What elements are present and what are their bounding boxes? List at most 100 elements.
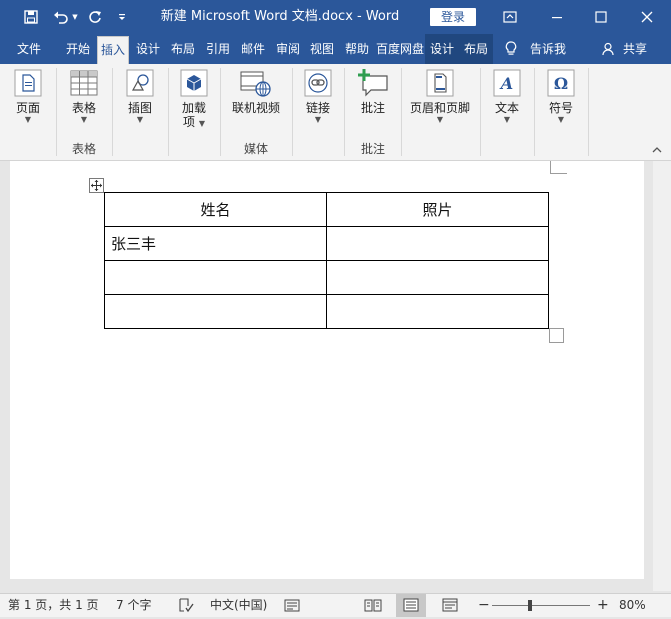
- dropdown-arrow-icon: ▼: [198, 119, 205, 128]
- table-header-row: 姓名 照片: [104, 192, 549, 227]
- tab-table-design[interactable]: 设计: [425, 34, 459, 64]
- dropdown-arrow-icon: ▼: [80, 115, 88, 124]
- minimize-icon[interactable]: [540, 0, 574, 34]
- save-icon[interactable]: [20, 0, 42, 34]
- status-bar: 第 1 页，共 1 页 7 个字 中文(中国) − + 80%: [0, 593, 671, 617]
- group-divider: [56, 68, 57, 156]
- tab-file[interactable]: 文件: [8, 34, 50, 64]
- document-table: 姓名 照片 张三丰: [104, 192, 549, 329]
- table-button[interactable]: 表格 ▼: [64, 68, 104, 125]
- shapes-icon: [124, 68, 156, 98]
- link-button[interactable]: 链接 ▼: [298, 68, 338, 125]
- zoom-slider-thumb[interactable]: [528, 600, 533, 611]
- table-cell[interactable]: 照片: [326, 192, 549, 227]
- web-layout-icon[interactable]: [442, 598, 458, 616]
- tab-table-layout[interactable]: 布局: [459, 34, 493, 64]
- undo-icon[interactable]: [50, 0, 72, 34]
- add-ins-button[interactable]: 加载 项 ▼: [176, 68, 212, 131]
- tab-review[interactable]: 审阅: [272, 34, 304, 64]
- group-divider: [401, 68, 402, 156]
- header-footer-button[interactable]: 页眉和页脚 ▼: [406, 68, 474, 125]
- table-icon: [68, 68, 100, 98]
- read-mode-icon[interactable]: [364, 598, 382, 616]
- group-divider: [292, 68, 293, 156]
- document-page[interactable]: 姓名 照片 张三丰: [10, 161, 644, 579]
- lightbulb-icon[interactable]: [500, 34, 522, 64]
- group-divider: [588, 68, 589, 156]
- comment-icon: [357, 68, 389, 98]
- group-divider: [480, 68, 481, 156]
- tab-layout[interactable]: 布局: [167, 34, 199, 64]
- tab-insert[interactable]: 插入: [97, 36, 129, 65]
- omega-icon: Ω: [545, 68, 577, 98]
- dropdown-arrow-icon: ▼: [136, 115, 144, 124]
- new-comment-button[interactable]: 批注: [352, 68, 394, 115]
- document-area: 姓名 照片 张三丰: [0, 161, 671, 591]
- collapse-ribbon-icon[interactable]: [651, 144, 663, 156]
- header-footer-icon: [424, 68, 456, 98]
- page-count[interactable]: 第 1 页，共 1 页: [8, 594, 99, 617]
- online-video-icon: [240, 68, 272, 98]
- tab-references[interactable]: 引用: [202, 34, 234, 64]
- group-divider: [344, 68, 345, 156]
- symbol-button[interactable]: Ω 符号 ▼: [542, 68, 580, 125]
- ribbon-display-options-icon[interactable]: [496, 0, 524, 34]
- tab-home[interactable]: 开始: [60, 34, 96, 64]
- tab-design[interactable]: 设计: [133, 34, 163, 64]
- table-move-handle[interactable]: [89, 178, 104, 193]
- proofing-icon[interactable]: [178, 598, 194, 616]
- tab-view[interactable]: 视图: [306, 34, 338, 64]
- tab-help[interactable]: 帮助: [341, 34, 373, 64]
- dropdown-arrow-icon: ▼: [24, 115, 32, 124]
- add-ins-icon: [178, 68, 210, 98]
- user-icon[interactable]: [600, 34, 618, 64]
- maximize-icon[interactable]: [584, 0, 618, 34]
- svg-text:A: A: [499, 74, 513, 93]
- customize-toolbar-icon[interactable]: [114, 0, 130, 34]
- table-row: [104, 260, 549, 295]
- table-cell[interactable]: 姓名: [104, 192, 327, 227]
- ribbon-insert: 页面 ▼ 表格 ▼ 表格 插图 ▼ 加载 项 ▼ 联机视频 媒体 链接 ▼ 批注…: [0, 64, 671, 161]
- group-divider: [168, 68, 169, 156]
- online-video-button[interactable]: 联机视频: [228, 68, 284, 115]
- ribbon-tabs: 文件 开始 插入 设计 布局 引用 邮件 审阅 视图 帮助 百度网盘 设计 布局…: [0, 34, 671, 65]
- redo-icon[interactable]: [84, 0, 106, 34]
- print-layout-view-button[interactable]: [396, 594, 426, 617]
- tab-baidu-netdisk[interactable]: 百度网盘: [376, 34, 424, 64]
- dropdown-arrow-icon: ▼: [557, 115, 565, 124]
- language-indicator[interactable]: 中文(中国): [210, 594, 267, 617]
- tell-me-search[interactable]: 告诉我: [524, 34, 572, 64]
- table-row: [104, 294, 549, 329]
- word-count[interactable]: 7 个字: [116, 594, 151, 617]
- share-button[interactable]: 共享: [618, 34, 652, 64]
- zoom-level[interactable]: 80%: [619, 594, 646, 617]
- undo-dropdown-icon[interactable]: ▼: [70, 0, 80, 34]
- table-resize-handle[interactable]: [549, 328, 564, 343]
- table-cell[interactable]: [326, 226, 549, 261]
- group-divider: [220, 68, 221, 156]
- illustrations-button[interactable]: 插图 ▼: [120, 68, 160, 125]
- window-title: 新建 Microsoft Word 文档.docx - Word: [160, 9, 400, 24]
- table-row: 张三丰: [104, 226, 549, 261]
- login-button[interactable]: 登录: [430, 8, 476, 26]
- group-divider: [534, 68, 535, 156]
- table-cell[interactable]: [104, 260, 327, 295]
- group-divider: [112, 68, 113, 156]
- table-cell[interactable]: [326, 260, 549, 295]
- dropdown-arrow-icon: ▼: [503, 115, 511, 124]
- zoom-out-icon[interactable]: −: [478, 594, 490, 617]
- close-icon[interactable]: [630, 0, 664, 34]
- tab-mailings[interactable]: 邮件: [237, 34, 269, 64]
- dropdown-arrow-icon: ▼: [314, 115, 322, 124]
- title-bar: ▼ 新建 Microsoft Word 文档.docx - Word 登录: [0, 0, 671, 34]
- macro-recording-icon[interactable]: [284, 598, 300, 616]
- zoom-in-icon[interactable]: +: [597, 594, 609, 617]
- dropdown-arrow-icon: ▼: [436, 115, 444, 124]
- text-button[interactable]: A 文本 ▼: [488, 68, 526, 125]
- pages-button[interactable]: 页面 ▼: [8, 68, 48, 125]
- table-cell[interactable]: [326, 294, 549, 329]
- zoom-slider[interactable]: [492, 600, 590, 611]
- vertical-scrollbar[interactable]: [653, 161, 671, 591]
- table-cell[interactable]: 张三丰: [104, 226, 327, 261]
- table-cell[interactable]: [104, 294, 327, 329]
